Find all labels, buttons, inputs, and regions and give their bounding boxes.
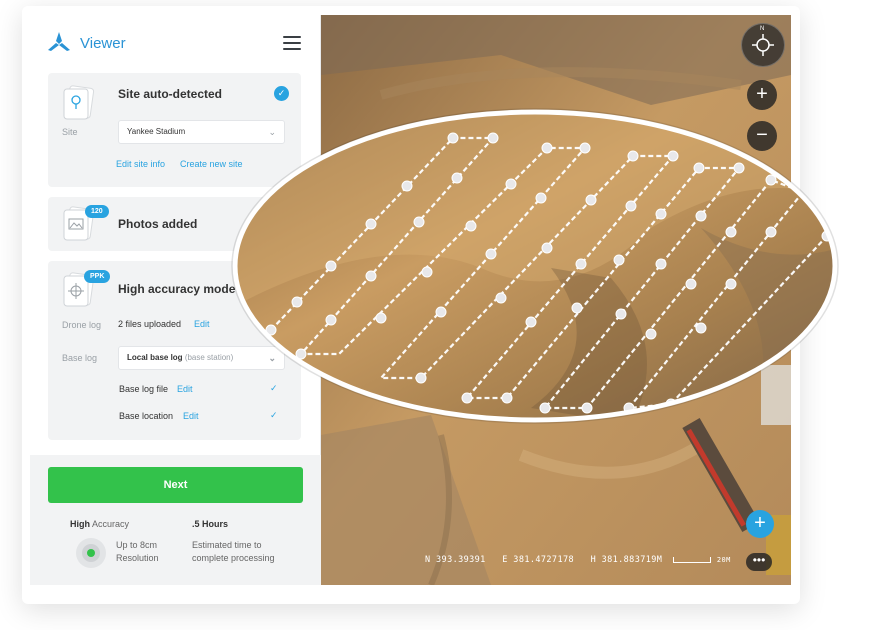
edit-site-info-link[interactable]: Edit site info [116, 159, 165, 169]
site-select-value: Yankee Stadium [127, 127, 186, 136]
drone-log-value: 2 files uploaded [118, 319, 182, 329]
site-label: Site [62, 127, 78, 137]
time-line-2: complete processing [192, 553, 275, 563]
height-coordinate: H 381.883719M [590, 555, 663, 565]
app-title: Viewer [80, 35, 126, 52]
base-log-value: Local base log [127, 353, 183, 362]
resolution-line-1: Up to 8cm [116, 540, 158, 550]
site-card-title: Site auto-detected [118, 87, 223, 101]
north-coordinate: N 393.39391 [425, 555, 486, 565]
sidebar-footer: Next High Accuracy Up to 8cm Resolution … [30, 455, 321, 585]
more-options-button[interactable]: ••• [746, 553, 772, 571]
drone-log-edit-link[interactable]: Edit [194, 319, 210, 329]
zoom-in-button[interactable]: + [747, 80, 777, 110]
map-pin-doc-icon [63, 85, 95, 120]
coordinate-readout: N 393.39391 E 381.4727178 H 381.883719M … [425, 555, 731, 569]
flight-plan-magnifier [231, 108, 839, 424]
photos-card-title: Photos added [118, 217, 198, 231]
base-log-sub: (base station) [184, 353, 234, 362]
drone-log-label: Drone log [62, 320, 102, 330]
app-stage: Viewer Site auto-detected ✓ Site Yankee … [0, 0, 869, 630]
add-button[interactable]: + [746, 510, 774, 538]
next-button[interactable]: Next [48, 467, 303, 503]
photos-count-badge: 120 [85, 205, 109, 218]
accuracy-card-title: High accuracy mode [118, 282, 236, 296]
resolution-line-2: Resolution [116, 553, 159, 563]
base-location-edit-link[interactable]: Edit [183, 411, 199, 421]
scale-label: 20M [716, 556, 731, 564]
compass-north-label: N [760, 26, 765, 32]
logo-icon [48, 32, 70, 51]
time-line-1: Estimated time to [192, 540, 262, 550]
base-location-label: Base location [119, 411, 174, 421]
check-icon: ✓ [274, 86, 289, 101]
east-coordinate: E 381.4727178 [502, 555, 574, 565]
base-log-label: Base log [62, 353, 98, 363]
accuracy-rest: Accuracy [90, 519, 130, 529]
ppk-badge: PPK [84, 270, 111, 283]
base-log-file-label: Base log file [119, 384, 169, 394]
compass-button[interactable]: N [741, 23, 785, 67]
menu-icon[interactable] [283, 36, 301, 50]
accuracy-heading: High Accuracy [70, 518, 129, 531]
base-log-file-edit-link[interactable]: Edit [177, 384, 193, 394]
accuracy-strong: High [70, 519, 90, 529]
time-title: .5 Hours [192, 519, 229, 529]
scale-bar [673, 556, 712, 563]
accuracy-target-icon [76, 538, 106, 568]
sidebar-header: Viewer [30, 15, 321, 72]
